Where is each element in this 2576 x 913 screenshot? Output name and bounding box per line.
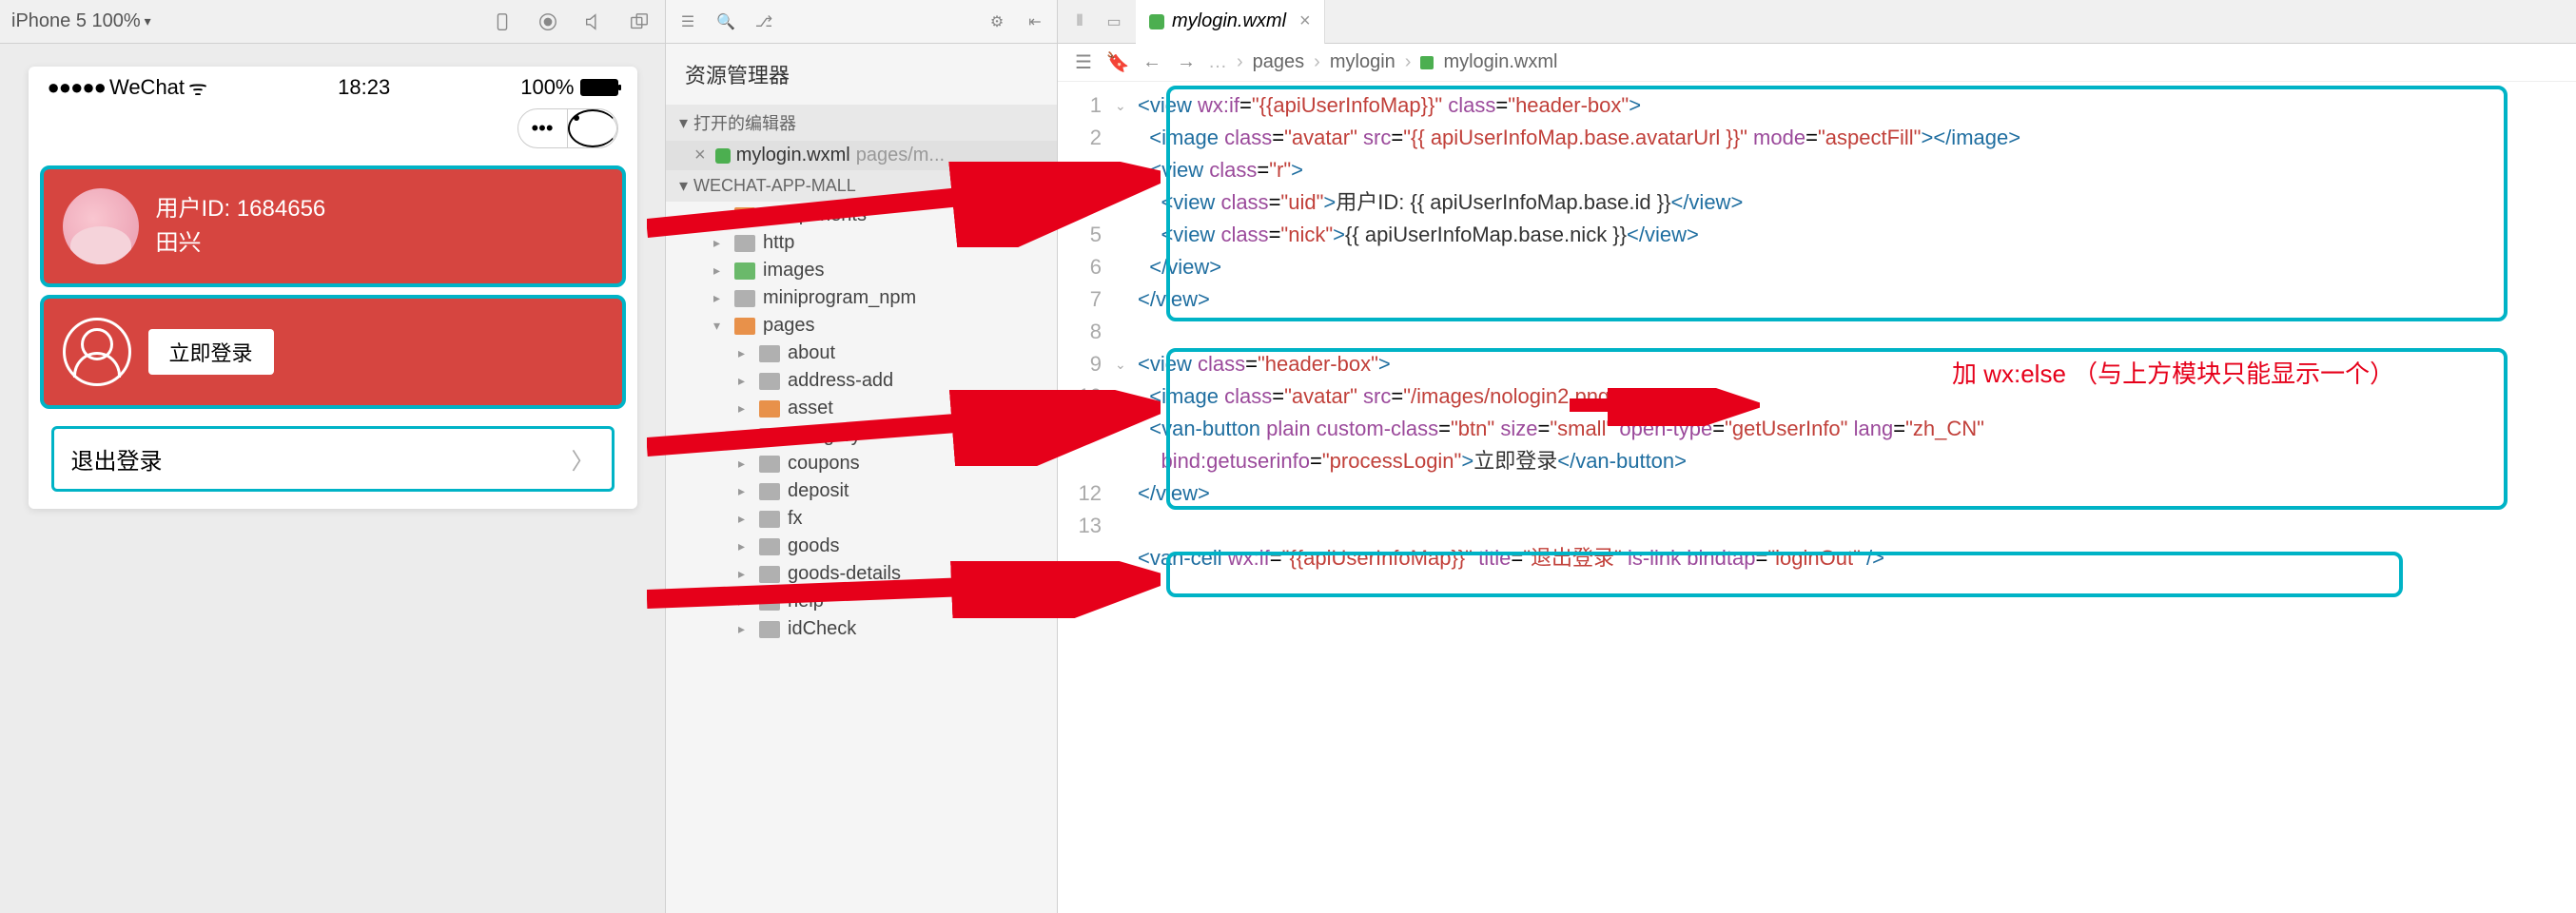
capsule-close[interactable] [568, 109, 617, 147]
code-line[interactable]: 5 <view class="nick">{{ apiUserInfoMap.b… [1058, 219, 2576, 251]
status-bar: ●●●●● WeChatᯤ 18:23 100% [29, 67, 637, 108]
logout-label: 退出登录 [71, 442, 163, 476]
collapse-icon[interactable]: ⇤ [1023, 10, 1047, 34]
tree-item-fx[interactable]: ▸fx [666, 505, 1057, 533]
annotation-text: 加 wx:else （与上方模块只能显示一个） [1952, 358, 2394, 390]
clock: 18:23 [338, 75, 390, 100]
simulator-panel: iPhone 5 100%▾ ●●●●● WeChatᯤ 18:23 100% … [0, 0, 666, 913]
editor-tabbar: ⫴ ▭ mylogin.wxml × [1058, 0, 2576, 44]
logout-cell[interactable]: 退出登录 〉 [51, 426, 615, 492]
search-icon[interactable]: 🔍 [713, 10, 738, 34]
user-card-logged[interactable]: 用户ID: 1684656 田兴 [40, 165, 626, 287]
code-line[interactable]: 7</view> [1058, 283, 2576, 316]
split-icon[interactable]: ⫴ [1067, 10, 1092, 34]
code-line[interactable]: 1⌄<view wx:if="{{apiUserInfoMap}}" class… [1058, 89, 2576, 122]
editor-panel: ⫴ ▭ mylogin.wxml × ☰ 🔖 ← → …› pages› myl… [1058, 0, 2576, 913]
tree-item-deposit[interactable]: ▸deposit [666, 477, 1057, 505]
tree-item-category[interactable]: ▸category [666, 422, 1057, 450]
branch-icon[interactable]: ⎇ [751, 10, 776, 34]
breadcrumb: ☰ 🔖 ← → …› pages› mylogin› mylogin.wxml [1058, 44, 2576, 82]
back-icon[interactable]: ← [1140, 50, 1164, 75]
code-line[interactable]: <van-cell wx:if="{{apiUserInfoMap}}" tit… [1058, 542, 2576, 574]
crumb-file[interactable]: mylogin.wxml [1443, 51, 1557, 73]
battery-label: 100% [520, 75, 574, 100]
open-file-path: pages/m... [856, 145, 945, 166]
code-editor[interactable]: 加 wx:else （与上方模块只能显示一个） 1⌄<view wx:if="{… [1058, 82, 2576, 913]
file-type-icon [715, 148, 731, 164]
user-nick: 田兴 [156, 226, 326, 261]
explorer-panel: ☰ 🔍 ⎇ ⚙ ⇤ 资源管理器 ▾打开的编辑器 × mylogin.wxml p… [666, 0, 1058, 913]
tree-item-pages[interactable]: ▾pages [666, 312, 1057, 340]
code-line[interactable]: 13 [1058, 510, 2576, 542]
code-line[interactable]: 8 [1058, 316, 2576, 348]
tree-item-images[interactable]: ▸images [666, 257, 1057, 284]
tree-item-asset[interactable]: ▸asset [666, 395, 1057, 422]
signal-dots: ●●●●● [48, 75, 106, 100]
wifi-icon: ᯤ [188, 73, 207, 102]
tree-item-miniprogram_npm[interactable]: ▸miniprogram_npm [666, 284, 1057, 312]
tree-item-goods[interactable]: ▸goods [666, 533, 1057, 560]
tree-item-coupons[interactable]: ▸coupons [666, 450, 1057, 477]
record-icon[interactable] [534, 8, 562, 36]
simulator-toolbar: iPhone 5 100%▾ [0, 0, 665, 44]
tree-item-address-add[interactable]: ▸address-add [666, 367, 1057, 395]
avatar-placeholder-icon [63, 318, 131, 386]
preview-icon[interactable]: ▭ [1102, 10, 1126, 34]
close-icon[interactable]: × [694, 145, 706, 166]
tree-item-about[interactable]: ▸about [666, 340, 1057, 367]
user-card-login[interactable]: 立即登录 [40, 295, 626, 409]
code-line[interactable]: 3⌄ <view class="r"> [1058, 154, 2576, 186]
open-editors-header[interactable]: ▾打开的编辑器 [666, 105, 1057, 141]
carrier-label: WeChat [109, 75, 185, 100]
bookmark-icon[interactable]: 🔖 [1105, 50, 1130, 75]
code-line[interactable]: 6 </view> [1058, 251, 2576, 283]
open-file-name: mylogin.wxml [736, 145, 850, 166]
code-line[interactable]: 2 <image class="avatar" src="{{ apiUserI… [1058, 122, 2576, 154]
crumb-pages[interactable]: pages [1253, 51, 1305, 73]
code-line[interactable]: bind:getuserinfo="processLogin">立即登录</va… [1058, 445, 2576, 477]
tree-item-idCheck[interactable]: ▸idCheck [666, 615, 1057, 643]
code-line[interactable]: 11 <van-button plain custom-class="btn" … [1058, 413, 2576, 445]
tree-item-http[interactable]: ▸http [666, 229, 1057, 257]
tree-item-components[interactable]: ▸components [666, 202, 1057, 229]
settings-icon[interactable]: ⚙ [985, 10, 1009, 34]
file-tree: ▸components▸http▸images▸miniprogram_npm▾… [666, 202, 1057, 643]
phone-frame: ●●●●● WeChatᯤ 18:23 100% ••• 用户ID: 16846… [29, 67, 637, 509]
login-button[interactable]: 立即登录 [148, 329, 274, 375]
outline-icon[interactable]: ☰ [1071, 50, 1096, 75]
list-icon[interactable]: ☰ [675, 10, 700, 34]
crumb-mylogin[interactable]: mylogin [1330, 51, 1395, 73]
forward-icon[interactable]: → [1174, 50, 1199, 75]
chevron-right-icon: 〉 [572, 442, 595, 476]
tree-item-help[interactable]: ▸help [666, 588, 1057, 615]
device-selector[interactable]: iPhone 5 100%▾ [11, 10, 151, 32]
capsule-menu[interactable]: ••• [518, 109, 568, 147]
file-type-icon [1149, 14, 1164, 29]
avatar-image [63, 188, 139, 264]
explorer-toolbar: ☰ 🔍 ⎇ ⚙ ⇤ [666, 0, 1057, 44]
explorer-title: 资源管理器 [666, 44, 1057, 105]
tab-label: mylogin.wxml [1172, 10, 1286, 32]
file-type-icon [1420, 56, 1434, 69]
code-line[interactable]: 4 <view class="uid">用户ID: {{ apiUserInfo… [1058, 186, 2576, 219]
code-line[interactable]: 12</view> [1058, 477, 2576, 510]
open-file-row[interactable]: × mylogin.wxml pages/m... [666, 141, 1057, 170]
mute-icon[interactable] [579, 8, 608, 36]
capsule-bar: ••• [29, 108, 637, 158]
tree-item-goods-details[interactable]: ▸goods-details [666, 560, 1057, 588]
editor-tab[interactable]: mylogin.wxml × [1136, 0, 1325, 44]
user-id: 用户ID: 1684656 [156, 192, 326, 226]
rotate-icon[interactable] [488, 8, 517, 36]
project-header[interactable]: ▾WECHAT-APP-MALL [666, 170, 1057, 202]
close-icon[interactable]: × [1299, 10, 1311, 32]
detach-icon[interactable] [625, 8, 654, 36]
battery-icon [580, 79, 618, 96]
